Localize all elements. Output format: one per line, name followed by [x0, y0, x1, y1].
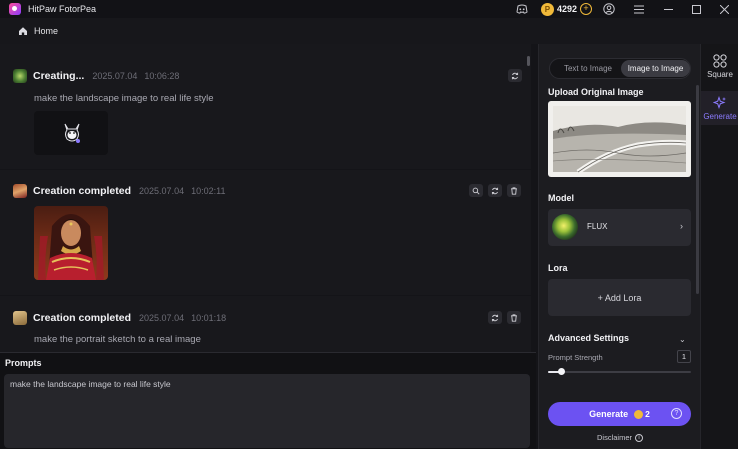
card-status: Creation completed: [33, 312, 132, 324]
app-title: HitPaw FotorPea: [28, 4, 97, 14]
creation-feed: Creating... 2025.07.04 10:06:28 make the…: [0, 44, 531, 352]
delete-button[interactable]: [507, 184, 521, 197]
panel-scrollbar[interactable]: [696, 85, 699, 294]
creation-card: Creation completed 2025.07.04 10:02:11: [0, 170, 531, 295]
help-icon[interactable]: ?: [671, 408, 682, 419]
card-header: Creating... 2025.07.04 10:06:28: [13, 68, 179, 84]
maximize-button[interactable]: [682, 0, 710, 18]
mode-tabs: Text to Image Image to Image: [549, 58, 691, 79]
prompt-strength-value[interactable]: 1: [677, 350, 691, 363]
mascot-loading-icon: [64, 123, 80, 143]
feed-scrollbar[interactable]: [527, 56, 530, 66]
creation-thumbnail-icon: [13, 311, 27, 325]
discord-icon[interactable]: [515, 2, 529, 16]
card-header: Creation completed 2025.07.04 10:01:18: [13, 310, 226, 326]
tab-image-to-image[interactable]: Image to Image: [621, 60, 690, 77]
advanced-settings-title[interactable]: Advanced Settings: [548, 333, 629, 343]
prompt-input-text: make the landscape image to real life st…: [10, 379, 171, 389]
home-icon[interactable]: [18, 26, 28, 36]
model-selector[interactable]: FLUX ›: [548, 209, 691, 246]
breadcrumb-bar: Home: [0, 18, 738, 44]
chevron-down-icon[interactable]: ⌄: [679, 335, 686, 344]
card-time: 10:06:28: [144, 71, 180, 81]
add-coins-icon[interactable]: +: [580, 3, 592, 15]
card-prompt: make the portrait sketch to a real image: [34, 334, 201, 345]
generating-placeholder: [34, 111, 108, 155]
side-navigation: Square Generate: [700, 44, 738, 449]
card-prompt: make the landscape image to real life st…: [34, 93, 214, 104]
model-avatar: [552, 214, 578, 240]
prompt-strength-slider[interactable]: [548, 368, 691, 375]
regenerate-button[interactable]: [488, 184, 502, 197]
model-name: FLUX: [587, 222, 608, 231]
prompts-panel: Prompts make the landscape image to real…: [0, 352, 536, 449]
zoom-button[interactable]: [469, 184, 483, 197]
coin-icon: [634, 409, 644, 419]
generated-image[interactable]: [34, 206, 108, 280]
tab-text-to-image[interactable]: Text to Image: [553, 60, 623, 77]
card-date: 2025.07.04: [139, 313, 185, 323]
sparkle-icon: [713, 95, 726, 109]
uploaded-image[interactable]: [548, 101, 691, 177]
app-window: HitPaw FotorPea P 4292 + Home Creating..…: [0, 0, 738, 449]
disclaimer[interactable]: Disclaimer i: [539, 433, 701, 442]
card-status: Creation completed: [33, 185, 132, 197]
nav-generate-label: Generate: [703, 111, 737, 121]
close-button[interactable]: [710, 0, 738, 18]
settings-panel: Text to Image Image to Image Upload Orig…: [538, 44, 700, 449]
account-icon[interactable]: [602, 2, 616, 16]
title-bar-controls: P 4292 +: [515, 0, 738, 18]
title-bar: HitPaw FotorPea P 4292 +: [0, 0, 738, 18]
square-grid-icon: [713, 53, 727, 68]
card-date: 2025.07.04: [92, 71, 138, 81]
coin-count: 4292: [556, 4, 577, 14]
home-link[interactable]: Home: [34, 26, 58, 36]
generate-button[interactable]: Generate 2 ?: [548, 402, 691, 426]
chevron-right-icon: ›: [680, 221, 683, 231]
lora-section-title: Lora: [548, 263, 568, 273]
add-lora-button[interactable]: + Add Lora: [548, 279, 691, 316]
card-time: 10:01:18: [191, 313, 227, 323]
generate-label: Generate: [589, 409, 629, 419]
slider-thumb[interactable]: [557, 368, 565, 375]
card-date: 2025.07.04: [139, 186, 185, 196]
card-status: Creating...: [33, 70, 85, 82]
prompts-title: Prompts: [5, 358, 42, 368]
regenerate-button[interactable]: [488, 311, 502, 324]
generate-cost: 2: [645, 409, 650, 419]
coin-icon: P: [540, 2, 554, 16]
creation-card: Creation completed 2025.07.04 10:01:18 m…: [0, 296, 531, 352]
nav-square[interactable]: Square: [701, 49, 738, 83]
upload-section-title: Upload Original Image: [548, 87, 644, 97]
info-icon: i: [635, 433, 643, 442]
creation-thumbnail-icon: [13, 69, 27, 83]
menu-icon[interactable]: [632, 2, 646, 16]
disclaimer-label: Disclaimer: [596, 433, 632, 442]
nav-generate[interactable]: Generate: [701, 91, 738, 125]
regenerate-button[interactable]: [508, 69, 522, 82]
nav-square-label: Square: [707, 69, 733, 79]
app-logo-icon: [9, 3, 21, 15]
creation-thumbnail-icon: [13, 184, 27, 198]
card-time: 10:02:11: [191, 186, 226, 196]
delete-button[interactable]: [507, 311, 521, 324]
creation-card: Creating... 2025.07.04 10:06:28 make the…: [0, 44, 531, 169]
card-header: Creation completed 2025.07.04 10:02:11: [13, 183, 225, 199]
prompt-input[interactable]: make the landscape image to real life st…: [4, 374, 530, 448]
prompt-strength-label: Prompt Strength: [548, 353, 603, 362]
model-section-title: Model: [548, 193, 574, 203]
minimize-button[interactable]: [654, 0, 682, 18]
